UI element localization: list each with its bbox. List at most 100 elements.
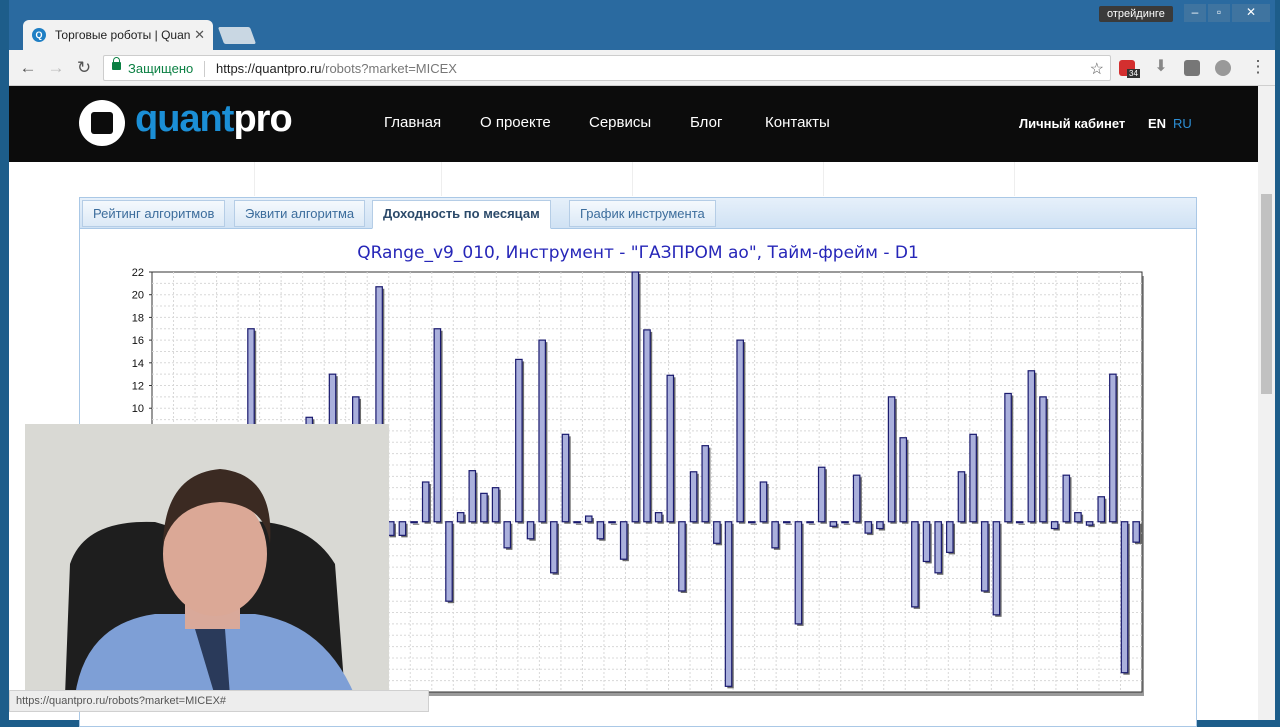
- bar: [619, 521, 628, 560]
- webcam-overlay: [25, 424, 389, 696]
- pocket-icon[interactable]: [1184, 60, 1200, 76]
- lang-en[interactable]: EN: [1148, 116, 1166, 131]
- bar: [1015, 521, 1024, 524]
- browser-tab[interactable]: Q Торговые роботы | Quan ✕: [23, 20, 213, 50]
- bar-shadow: [412, 523, 420, 525]
- logo-quant: quant: [135, 98, 234, 140]
- bar: [410, 521, 418, 524]
- bar: [1132, 521, 1140, 543]
- address-bar[interactable]: Защищено https://quantpro.ru/robots?mark…: [103, 55, 1111, 81]
- bar: [934, 521, 942, 574]
- bar-shadow: [808, 523, 816, 525]
- bar: [1050, 521, 1059, 530]
- scrollbar-thumb[interactable]: [1261, 194, 1272, 394]
- tab-instrument-chart[interactable]: График инструмента: [569, 200, 716, 227]
- y-tick-label: 12: [132, 381, 144, 393]
- nav-contacts[interactable]: Контакты: [765, 114, 830, 131]
- profile-button[interactable]: отрейдинге: [1099, 6, 1173, 22]
- browser-window: Q Торговые роботы | Quan ✕ отрейдинге – …: [9, 0, 1275, 727]
- bar-shadow: [1018, 523, 1025, 525]
- bar-shadow: [610, 523, 618, 525]
- back-icon[interactable]: ←: [18, 58, 38, 78]
- bar: [782, 521, 791, 524]
- tab-rating[interactable]: Рейтинг алгоритмов: [82, 200, 226, 227]
- bar: [876, 521, 884, 530]
- browser-toolbar: ← → ↻ Защищено https://quantpro.ru/robot…: [9, 50, 1275, 86]
- bar: [608, 521, 616, 524]
- reload-icon[interactable]: ↻: [74, 58, 94, 78]
- url-text: https://quantpro.ru/robots?market=MICEX: [216, 61, 457, 76]
- secure-label: Защищено: [128, 61, 194, 76]
- nav-services[interactable]: Сервисы: [589, 114, 651, 131]
- logo-pro: pro: [233, 98, 292, 140]
- bar: [468, 470, 477, 523]
- tab-equity[interactable]: Эквити алгоритма: [234, 200, 366, 227]
- bar-shadow: [575, 523, 583, 525]
- lang-ru[interactable]: RU: [1173, 116, 1192, 131]
- bar: [1085, 521, 1094, 526]
- bar: [1062, 474, 1071, 523]
- tab-title: Торговые роботы | Quan: [55, 28, 191, 42]
- y-tick-label: 22: [132, 267, 144, 279]
- bar: [946, 521, 954, 553]
- panel-tabs: Рейтинг алгоритмов Эквити алгоритма Дохо…: [80, 198, 1196, 229]
- nav-blog[interactable]: Блог: [690, 114, 722, 131]
- bar: [1039, 396, 1047, 523]
- favicon-icon: Q: [32, 28, 46, 42]
- nav-about[interactable]: О проекте: [480, 114, 551, 131]
- close-window-button[interactable]: ✕: [1232, 4, 1270, 22]
- bar: [398, 521, 407, 536]
- bar: [678, 521, 686, 592]
- logo-icon[interactable]: [79, 100, 125, 146]
- bar-shadow: [750, 523, 758, 525]
- account-link[interactable]: Личный кабинет: [1019, 116, 1125, 131]
- bar: [480, 492, 488, 523]
- y-tick-label: 18: [132, 312, 144, 324]
- bar: [643, 329, 651, 523]
- forward-icon[interactable]: →: [46, 58, 66, 78]
- extension-icon[interactable]: 34: [1119, 60, 1140, 78]
- bar: [957, 471, 966, 523]
- scrollbar[interactable]: [1258, 86, 1275, 720]
- nav-home[interactable]: Главная: [384, 114, 441, 131]
- site-logo[interactable]: quantpro: [135, 98, 293, 141]
- close-tab-icon[interactable]: ✕: [194, 27, 205, 43]
- minimize-button[interactable]: –: [1184, 4, 1206, 22]
- bar: [992, 521, 1001, 616]
- bar: [1027, 370, 1036, 523]
- bar: [666, 374, 675, 523]
- bar: [421, 481, 430, 523]
- status-bar: https://quantpro.ru/robots?market=MICEX#: [9, 690, 429, 712]
- maximize-button[interactable]: ▫: [1208, 4, 1230, 22]
- menu-icon[interactable]: ⋮: [1248, 57, 1268, 77]
- bar: [631, 271, 640, 523]
- bar: [1109, 373, 1117, 523]
- new-tab-button[interactable]: [217, 27, 257, 44]
- evernote-icon[interactable]: [1215, 60, 1231, 76]
- y-tick-label: 16: [132, 335, 144, 347]
- bar: [654, 512, 663, 523]
- tab-monthly-returns[interactable]: Доходность по месяцам: [372, 200, 551, 229]
- bar: [538, 339, 546, 523]
- bookmark-star-icon[interactable]: ☆: [1090, 59, 1104, 79]
- bar: [713, 521, 721, 544]
- url-path: /robots?market=MICEX: [321, 61, 457, 76]
- bar: [887, 396, 896, 523]
- bar: [841, 521, 849, 524]
- bar: [689, 471, 698, 523]
- bar: [969, 433, 977, 523]
- bar: [1120, 521, 1129, 674]
- site-header: quantpro Главная О проекте Сервисы Блог …: [9, 86, 1258, 162]
- bar: [817, 466, 826, 523]
- bar: [806, 521, 814, 524]
- bar: [701, 445, 710, 523]
- bar: [736, 339, 744, 523]
- bar: [515, 358, 523, 523]
- bar: [771, 521, 779, 549]
- download-icon[interactable]: ⬇: [1153, 59, 1169, 76]
- chart-title: QRange_v9_010, Инструмент - "ГАЗПРОМ ао"…: [357, 243, 919, 263]
- bar: [561, 433, 570, 523]
- bar: [864, 521, 873, 534]
- extension-badge: 34: [1127, 69, 1140, 78]
- bar: [503, 521, 512, 549]
